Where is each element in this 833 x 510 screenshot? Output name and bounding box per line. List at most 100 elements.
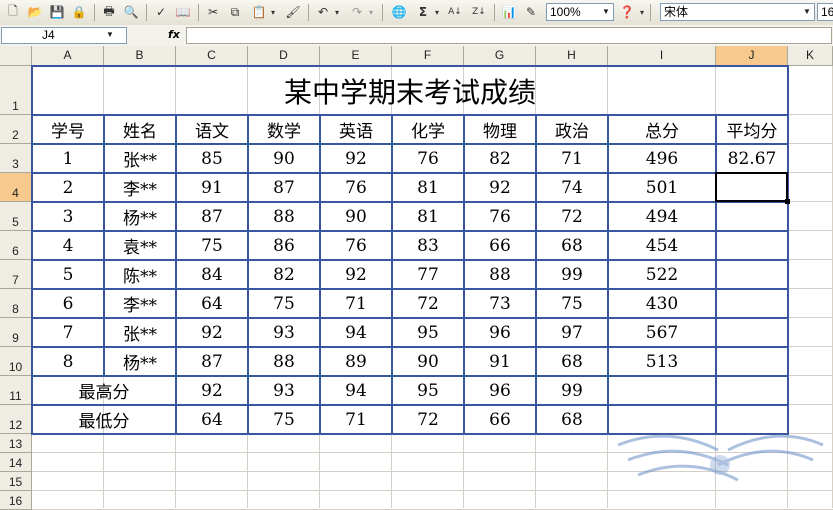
- data-cell[interactable]: 91: [176, 173, 248, 202]
- data-cell[interactable]: 64: [176, 289, 248, 318]
- data-cell[interactable]: [716, 318, 788, 347]
- data-cell[interactable]: 92: [176, 318, 248, 347]
- data-cell[interactable]: 92: [320, 144, 392, 173]
- select-all-corner[interactable]: [0, 46, 32, 66]
- column-header-j[interactable]: J: [716, 46, 788, 66]
- data-cell[interactable]: 95: [392, 318, 464, 347]
- data-cell[interactable]: 76: [320, 173, 392, 202]
- row-header-5[interactable]: 5: [0, 202, 32, 231]
- data-cell[interactable]: 92: [464, 173, 536, 202]
- data-cell[interactable]: 李**: [104, 289, 176, 318]
- data-cell[interactable]: 68: [536, 347, 608, 376]
- data-cell[interactable]: 76: [320, 231, 392, 260]
- row-header-7[interactable]: 7: [0, 260, 32, 289]
- chevron-down-icon[interactable]: ▼: [600, 5, 612, 19]
- name-box[interactable]: J4 ▼: [1, 27, 127, 44]
- header-cell[interactable]: 语文: [176, 115, 248, 144]
- max-value-cell[interactable]: 95: [392, 376, 464, 405]
- print-preview-icon[interactable]: 🔍: [122, 3, 140, 21]
- row-header-1[interactable]: 1: [0, 66, 32, 115]
- data-cell[interactable]: 73: [464, 289, 536, 318]
- row-header-12[interactable]: 12: [0, 405, 32, 434]
- new-icon[interactable]: 🗋: [4, 3, 22, 21]
- data-cell[interactable]: 75: [176, 231, 248, 260]
- column-header-f[interactable]: F: [392, 46, 464, 66]
- data-cell[interactable]: 92: [320, 260, 392, 289]
- column-header-b[interactable]: B: [104, 46, 176, 66]
- active-cell-selection[interactable]: [715, 172, 788, 202]
- row-header-3[interactable]: 3: [0, 144, 32, 173]
- font-size-combo[interactable]: 16: [817, 3, 833, 21]
- data-cell[interactable]: 522: [608, 260, 716, 289]
- header-cell[interactable]: 化学: [392, 115, 464, 144]
- row-header-6[interactable]: 6: [0, 231, 32, 260]
- data-cell[interactable]: 97: [536, 318, 608, 347]
- row-header-16[interactable]: 16: [0, 491, 32, 510]
- max-value-cell[interactable]: 99: [536, 376, 608, 405]
- zoom-combo[interactable]: 100% ▼: [546, 3, 614, 21]
- header-cell[interactable]: 学号: [32, 115, 104, 144]
- formula-input[interactable]: [186, 27, 832, 44]
- max-value-cell[interactable]: 93: [248, 376, 320, 405]
- data-cell[interactable]: 66: [464, 231, 536, 260]
- data-cell[interactable]: [716, 347, 788, 376]
- toolbar-options-icon[interactable]: ▾: [638, 3, 646, 21]
- redo-dropdown-icon[interactable]: ▾: [366, 3, 376, 21]
- min-value-cell[interactable]: 75: [248, 405, 320, 434]
- data-cell[interactable]: 85: [176, 144, 248, 173]
- header-cell[interactable]: 总分: [608, 115, 716, 144]
- data-cell[interactable]: 5: [32, 260, 104, 289]
- row-header-11[interactable]: 11: [0, 376, 32, 405]
- data-cell[interactable]: 82: [248, 260, 320, 289]
- data-cell[interactable]: 7: [32, 318, 104, 347]
- data-cell[interactable]: 71: [320, 289, 392, 318]
- chevron-down-icon[interactable]: ▼: [801, 5, 813, 19]
- undo-dropdown-icon[interactable]: ▾: [332, 3, 342, 21]
- row-header-4[interactable]: 4: [0, 173, 32, 202]
- row-header-14[interactable]: 14: [0, 453, 32, 472]
- column-header-h[interactable]: H: [536, 46, 608, 66]
- data-cell[interactable]: 2: [32, 173, 104, 202]
- data-cell[interactable]: 72: [536, 202, 608, 231]
- row-header-10[interactable]: 10: [0, 347, 32, 376]
- column-header-c[interactable]: C: [176, 46, 248, 66]
- header-cell[interactable]: 英语: [320, 115, 392, 144]
- data-cell[interactable]: 90: [248, 144, 320, 173]
- data-cell[interactable]: 6: [32, 289, 104, 318]
- fill-handle[interactable]: [785, 199, 790, 204]
- row-header-13[interactable]: 13: [0, 434, 32, 453]
- copy-icon[interactable]: ⧉: [226, 3, 244, 21]
- column-header-d[interactable]: D: [248, 46, 320, 66]
- data-cell[interactable]: 89: [320, 347, 392, 376]
- hyperlink-icon[interactable]: 🌐: [390, 3, 408, 21]
- drawing-icon[interactable]: ✎: [522, 3, 540, 21]
- data-cell[interactable]: 3: [32, 202, 104, 231]
- column-header-k[interactable]: K: [788, 46, 833, 66]
- data-cell[interactable]: 87: [176, 347, 248, 376]
- header-cell[interactable]: 物理: [464, 115, 536, 144]
- paste-dropdown-icon[interactable]: ▾: [268, 3, 278, 21]
- data-cell[interactable]: 88: [248, 202, 320, 231]
- column-header-e[interactable]: E: [320, 46, 392, 66]
- data-cell[interactable]: 4: [32, 231, 104, 260]
- data-cell[interactable]: 83: [392, 231, 464, 260]
- data-cell[interactable]: 87: [248, 173, 320, 202]
- data-cell[interactable]: 76: [464, 202, 536, 231]
- data-cell[interactable]: 96: [464, 318, 536, 347]
- help-icon[interactable]: ❓: [618, 3, 636, 21]
- header-cell[interactable]: 平均分: [716, 115, 788, 144]
- data-cell[interactable]: 494: [608, 202, 716, 231]
- format-painter-icon[interactable]: 🖌: [284, 3, 302, 21]
- header-cell[interactable]: 政治: [536, 115, 608, 144]
- undo-icon[interactable]: ↶: [314, 3, 332, 21]
- chevron-down-icon[interactable]: ▼: [104, 28, 116, 42]
- row-header-9[interactable]: 9: [0, 318, 32, 347]
- font-combo[interactable]: 宋体 ▼: [660, 3, 815, 21]
- data-cell[interactable]: 81: [392, 202, 464, 231]
- column-header-a[interactable]: A: [32, 46, 104, 66]
- data-cell[interactable]: 74: [536, 173, 608, 202]
- insert-function-icon[interactable]: fx: [168, 28, 180, 41]
- sort-descending-icon[interactable]: Z↓: [470, 3, 488, 21]
- data-cell[interactable]: 张**: [104, 318, 176, 347]
- permission-icon[interactable]: 🔒: [70, 3, 88, 21]
